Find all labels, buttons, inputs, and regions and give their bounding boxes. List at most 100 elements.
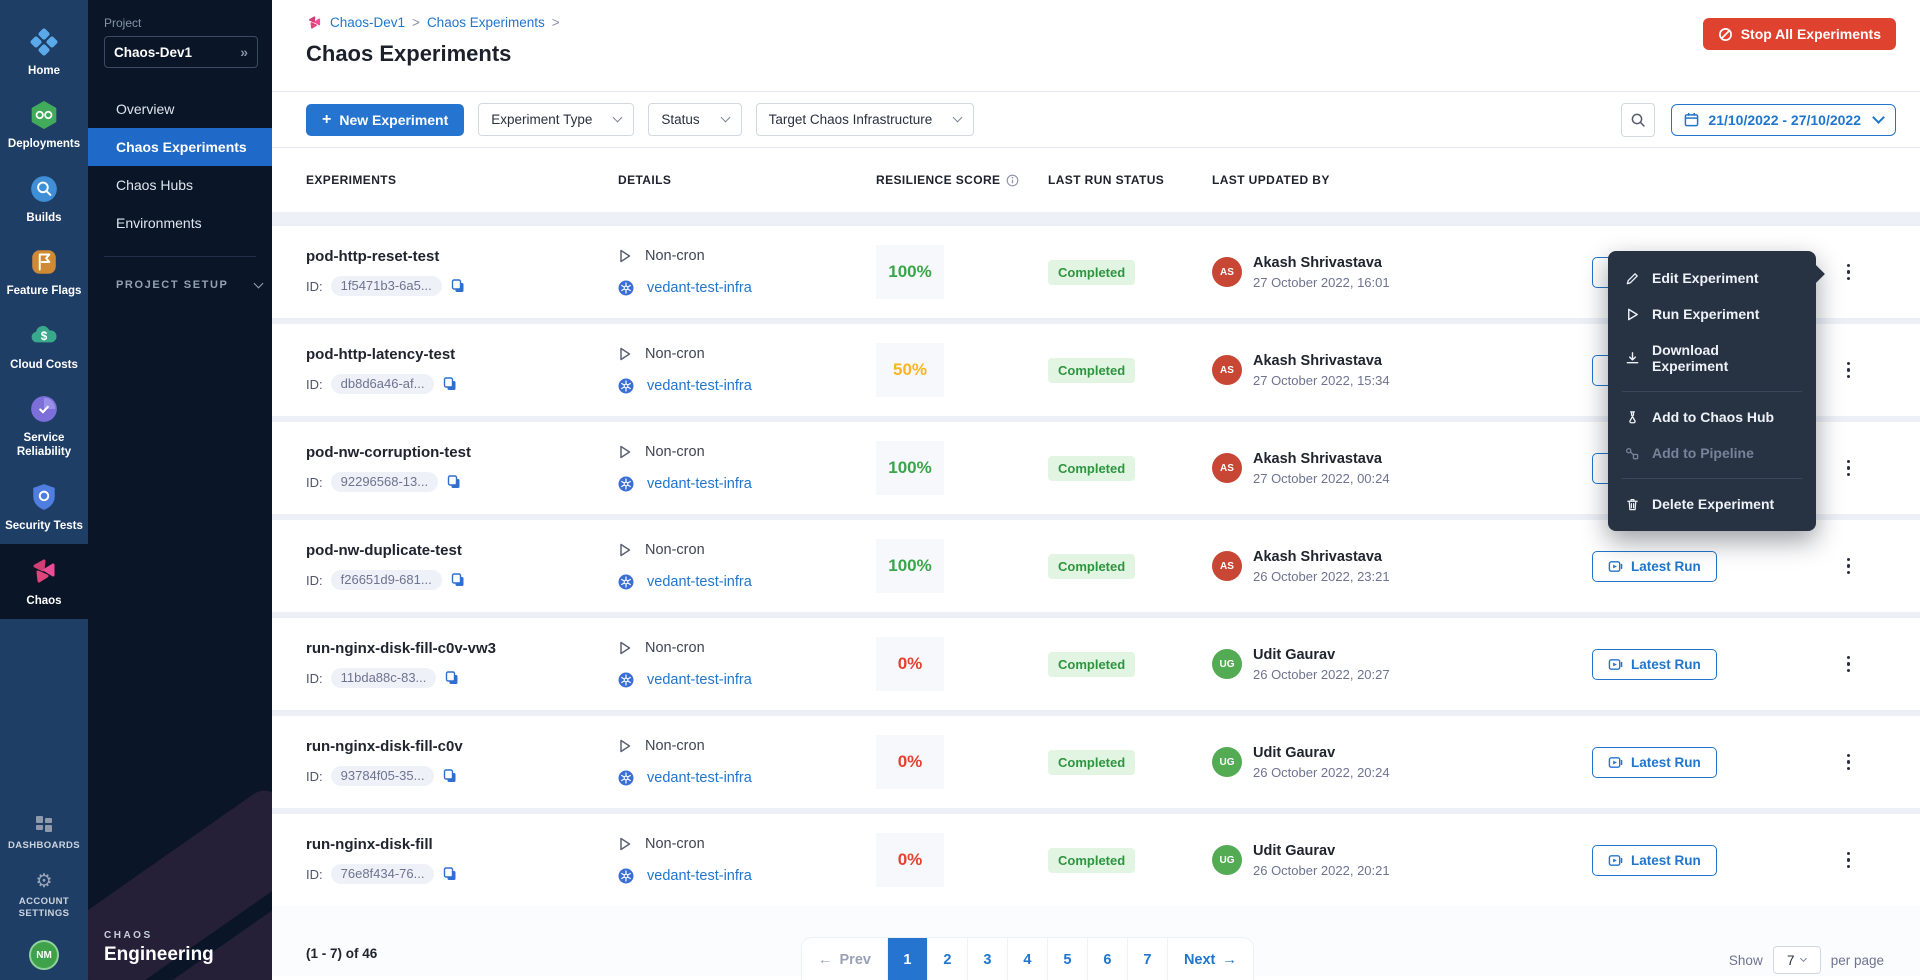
cron-type-icon bbox=[618, 641, 632, 655]
menu-item-add-to-pipeline[interactable]: Add to Pipeline bbox=[1608, 435, 1816, 471]
experiment-name-link[interactable]: run-nginx-disk-fill bbox=[306, 836, 618, 853]
resilience-score: 100% bbox=[876, 441, 944, 495]
page-number-button[interactable]: 5 bbox=[1048, 938, 1088, 980]
copy-icon[interactable] bbox=[442, 376, 458, 392]
row-menu-kebab-icon[interactable] bbox=[1843, 750, 1855, 775]
page-number-button[interactable]: 6 bbox=[1088, 938, 1128, 980]
infrastructure-link[interactable]: vedant-test-infra bbox=[647, 868, 752, 884]
rail-item-service-reliability[interactable]: Service Reliability bbox=[0, 383, 88, 471]
copy-icon[interactable] bbox=[446, 474, 462, 490]
row-menu-kebab-icon[interactable] bbox=[1843, 456, 1855, 481]
target-infrastructure-filter[interactable]: Target Chaos Infrastructure bbox=[756, 103, 975, 136]
infrastructure-link[interactable]: vedant-test-infra bbox=[647, 672, 752, 688]
rail-item-chaos[interactable]: Chaos bbox=[0, 544, 88, 619]
brand: CHAOS Engineering bbox=[104, 930, 214, 966]
breadcrumb-project-link[interactable]: Chaos-Dev1 bbox=[330, 15, 405, 30]
col-header-details: DETAILS bbox=[618, 173, 876, 187]
sidebar-divider bbox=[104, 256, 256, 257]
rail-item-cloud-costs[interactable]: $ Cloud Costs bbox=[0, 310, 88, 383]
latest-run-button[interactable]: Latest Run bbox=[1592, 551, 1717, 582]
new-experiment-button[interactable]: + New Experiment bbox=[306, 104, 464, 136]
project-selector[interactable]: Chaos-Dev1 » bbox=[104, 36, 258, 68]
table-row[interactable]: pod-nw-duplicate-test ID: f26651d9-681..… bbox=[272, 520, 1920, 612]
experiment-name-link[interactable]: pod-nw-duplicate-test bbox=[306, 542, 618, 559]
page-number-button[interactable]: 1 bbox=[888, 938, 928, 980]
copy-icon[interactable] bbox=[444, 670, 460, 686]
infrastructure-link[interactable]: vedant-test-infra bbox=[647, 770, 752, 786]
rail-item-home[interactable]: Home bbox=[0, 16, 88, 89]
infrastructure-link[interactable]: vedant-test-infra bbox=[647, 280, 752, 296]
user-avatar[interactable]: NM bbox=[29, 940, 59, 970]
search-button[interactable] bbox=[1621, 103, 1655, 137]
menu-item-run-experiment[interactable]: Run Experiment bbox=[1608, 296, 1816, 332]
status-badge: Completed bbox=[1048, 750, 1135, 775]
prev-page-button[interactable]: ← Prev bbox=[802, 938, 888, 980]
stop-all-experiments-button[interactable]: Stop All Experiments bbox=[1703, 18, 1896, 50]
experiment-id: f26651d9-681... bbox=[331, 570, 442, 590]
next-page-button[interactable]: Next → bbox=[1168, 938, 1253, 980]
table-row[interactable]: run-nginx-disk-fill-c0v ID: 93784f05-35.… bbox=[272, 716, 1920, 808]
rail-item-account-settings[interactable]: ⚙ ACCOUNT SETTINGS bbox=[10, 862, 78, 930]
pagination-footer: (1 - 7) of 46 ← Prev 1 2 3 4 5 6 7 Next … bbox=[272, 906, 1920, 976]
page-number-button[interactable]: 3 bbox=[968, 938, 1008, 980]
rail-item-builds[interactable]: Builds bbox=[0, 163, 88, 236]
menu-item-add-to-chaos-hub[interactable]: Add to Chaos Hub bbox=[1608, 399, 1816, 435]
expand-project-icon[interactable]: » bbox=[240, 44, 248, 60]
module-rail: Home Deployments Builds Feature Flags $ … bbox=[0, 0, 88, 980]
plus-icon: + bbox=[322, 112, 331, 128]
page-number-button[interactable]: 4 bbox=[1008, 938, 1048, 980]
page-size-select[interactable]: 7 bbox=[1773, 946, 1821, 974]
sidebar-item-overview[interactable]: Overview bbox=[88, 90, 272, 128]
copy-icon[interactable] bbox=[450, 572, 466, 588]
latest-run-button[interactable]: Latest Run bbox=[1592, 649, 1717, 680]
search-icon bbox=[1630, 112, 1646, 128]
table-row[interactable]: run-nginx-disk-fill-c0v-vw3 ID: 11bda88c… bbox=[272, 618, 1920, 710]
experiment-name-link[interactable]: run-nginx-disk-fill-c0v bbox=[306, 738, 618, 755]
rail-item-dashboards[interactable]: DASHBOARDS bbox=[6, 803, 82, 862]
infrastructure-link[interactable]: vedant-test-infra bbox=[647, 378, 752, 394]
cron-type-icon bbox=[618, 347, 632, 361]
breadcrumb-page-link[interactable]: Chaos Experiments bbox=[427, 15, 545, 30]
sidebar-item-chaos-experiments[interactable]: Chaos Experiments bbox=[88, 128, 272, 166]
date-range-picker[interactable]: 21/10/2022 - 27/10/2022 bbox=[1671, 104, 1896, 136]
menu-item-delete-experiment[interactable]: Delete Experiment bbox=[1608, 486, 1816, 522]
infrastructure-link[interactable]: vedant-test-infra bbox=[647, 476, 752, 492]
menu-item-edit-experiment[interactable]: Edit Experiment bbox=[1608, 260, 1816, 296]
kubernetes-icon bbox=[618, 476, 634, 492]
experiment-id: 92296568-13... bbox=[331, 472, 438, 492]
experiment-name-link[interactable]: pod-http-reset-test bbox=[306, 248, 618, 265]
row-menu-kebab-icon[interactable] bbox=[1843, 260, 1855, 285]
table-row[interactable]: run-nginx-disk-fill ID: 76e8f434-76... N… bbox=[272, 814, 1920, 906]
kubernetes-icon bbox=[618, 672, 634, 688]
latest-run-button[interactable]: Latest Run bbox=[1592, 845, 1717, 876]
experiment-name-link[interactable]: pod-nw-corruption-test bbox=[306, 444, 618, 461]
sidebar-item-chaos-hubs[interactable]: Chaos Hubs bbox=[88, 166, 272, 204]
experiment-name-link[interactable]: pod-http-latency-test bbox=[306, 346, 618, 363]
copy-icon[interactable] bbox=[450, 278, 466, 294]
page-number-button[interactable]: 7 bbox=[1128, 938, 1168, 980]
page-number-button[interactable]: 2 bbox=[928, 938, 968, 980]
rail-item-security-tests[interactable]: Security Tests bbox=[0, 471, 88, 544]
project-setup-toggle[interactable]: PROJECT SETUP bbox=[88, 279, 272, 291]
sidebar-item-environments[interactable]: Environments bbox=[88, 204, 272, 242]
experiment-id: 76e8f434-76... bbox=[331, 864, 435, 884]
row-menu-kebab-icon[interactable] bbox=[1843, 848, 1855, 873]
row-menu-kebab-icon[interactable] bbox=[1843, 554, 1855, 579]
trash-icon bbox=[1625, 497, 1640, 512]
copy-icon[interactable] bbox=[442, 768, 458, 784]
row-menu-kebab-icon[interactable] bbox=[1843, 358, 1855, 383]
menu-item-download-experiment[interactable]: Download Experiment bbox=[1608, 332, 1816, 384]
brand-chaos-label: CHAOS bbox=[104, 930, 214, 941]
rail-item-feature-flags[interactable]: Feature Flags bbox=[0, 236, 88, 309]
copy-icon[interactable] bbox=[442, 866, 458, 882]
chaos-experiments-page: { "colors": { "primary": "#2575d0", "lin… bbox=[0, 0, 1920, 980]
experiment-name-link[interactable]: run-nginx-disk-fill-c0v-vw3 bbox=[306, 640, 618, 657]
sidebar-nav: Overview Chaos Experiments Chaos Hubs En… bbox=[88, 90, 272, 242]
infrastructure-link[interactable]: vedant-test-infra bbox=[647, 574, 752, 590]
row-menu-kebab-icon[interactable] bbox=[1843, 652, 1855, 677]
info-icon[interactable] bbox=[1006, 174, 1019, 187]
status-filter[interactable]: Status bbox=[648, 103, 741, 136]
latest-run-button[interactable]: Latest Run bbox=[1592, 747, 1717, 778]
experiment-type-filter[interactable]: Experiment Type bbox=[478, 103, 634, 136]
rail-item-deployments[interactable]: Deployments bbox=[0, 89, 88, 162]
